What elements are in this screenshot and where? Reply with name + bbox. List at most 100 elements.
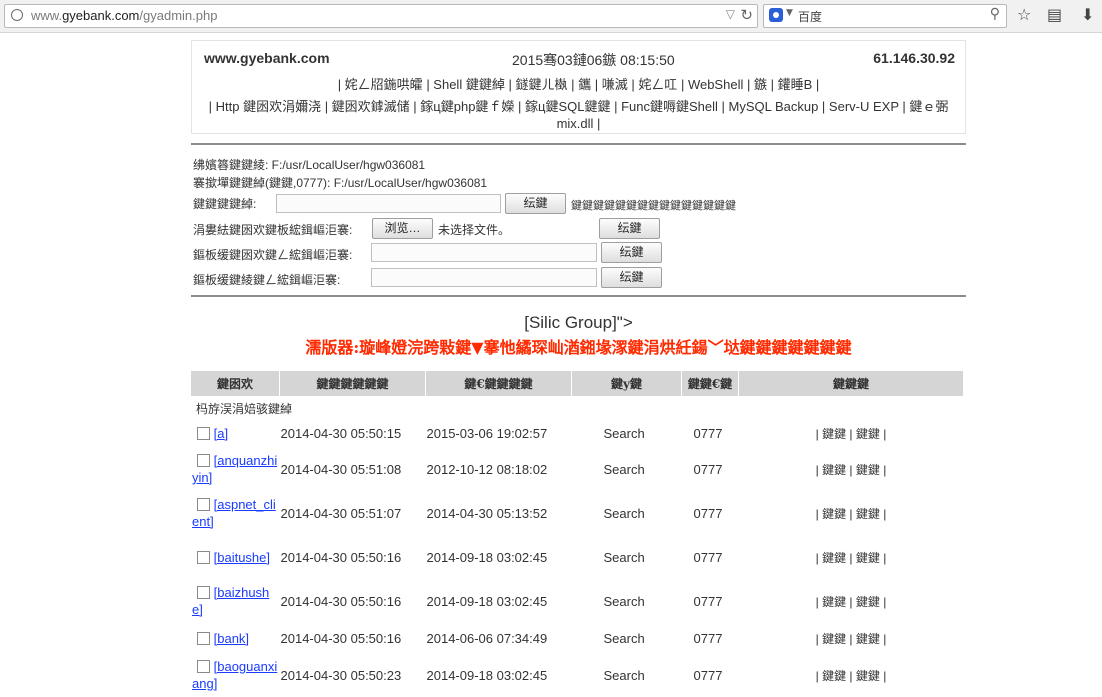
url-text[interactable]: www.gyebank.com/gyadmin.php	[31, 8, 217, 23]
nav1-item-0[interactable]: | 姹ㄥ牊鍦哄皬	[338, 77, 423, 92]
ops-cell[interactable]: | 鍵鍵 | 鍵鍵 |	[739, 623, 964, 653]
nav1-item-1[interactable]: | Shell 鍵鍵綽	[426, 77, 505, 92]
created-cell: 2014-04-30 05:50:15	[280, 426, 402, 441]
search-link[interactable]: Search	[572, 491, 682, 535]
col-created: 鍵鍵鍵鍵鍵鍵	[279, 371, 426, 396]
header-panel: www.gyebank.com 2015骞03鏈06鏃 08:15:50 61.…	[191, 40, 966, 134]
current-path: 褰撳墠鍵鍵綽(鍵鍵,0777): F:/usr/LocalUser/hgw036…	[193, 176, 488, 190]
search-box[interactable]: ▼ 百度 ⚲	[763, 4, 1007, 28]
newfile-input[interactable]	[371, 243, 597, 262]
dir-link[interactable]: [a]	[214, 426, 228, 441]
ops-cell[interactable]: | 鍵鍵 | 鍵鍵 |	[739, 653, 964, 697]
download-icon[interactable]: ⬇	[1081, 5, 1094, 24]
ops-cell[interactable]: | 鍵鍵 | 鍵鍵 |	[739, 491, 964, 535]
nav-row-2[interactable]: | Http 鍵囦欢涓嬭浇 | 鍵囦欢鎼滅储 | 鎵ц鍵php鍵ｆ嬫 | 鎵ц鍵…	[198, 98, 959, 132]
ops-cell[interactable]: | 鍵鍵 | 鍵鍵 |	[739, 447, 964, 491]
nav1-item-8[interactable]: | 鑵睡B	[771, 77, 813, 92]
dir-link[interactable]: [bank]	[214, 631, 249, 646]
baidu-paw-icon[interactable]	[769, 8, 783, 22]
upload-label: 涓婁紶鍵囦欢鍵板綋鍓嶇洰褰:	[193, 223, 353, 237]
go-button-2[interactable]: 纭鍵	[599, 218, 660, 239]
url-domain: gyebank.com	[62, 8, 140, 23]
row-checkbox[interactable]	[197, 454, 210, 467]
perm-cell[interactable]: 0777	[682, 447, 739, 491]
search-input[interactable]: 百度	[798, 8, 822, 25]
search-link[interactable]: Search	[572, 653, 682, 697]
row-checkbox[interactable]	[197, 550, 210, 564]
search-link[interactable]: Search	[572, 579, 682, 623]
ops-cell[interactable]: | 鍵鍵 | 鍵鍵 |	[739, 420, 964, 447]
go-button-1[interactable]: 纭鍵	[505, 193, 566, 214]
address-bar[interactable]: www.gyebank.com/gyadmin.php ▽ ↻	[4, 4, 758, 28]
perm-cell[interactable]: 0777	[682, 491, 739, 535]
path-input[interactable]	[276, 194, 501, 213]
row-checkbox[interactable]	[197, 586, 210, 599]
perm-cell[interactable]: 0777	[682, 420, 739, 447]
search-link[interactable]: Search	[572, 535, 682, 579]
nav1-item-5[interactable]: | 姹ㄥ叿	[631, 77, 677, 92]
file-table: 鍵囦欢 鍵鍵鍵鍵鍵鍵 鍵€鍵鍵鍵鍵 鍵y鍵 鍵鍵€鍵 鍵鍵鍵 杩斿洖涓婄骇鍵綽 …	[191, 371, 964, 697]
table-row: [anquanzhiyin] 2014-04-30 05:51:08 2012-…	[191, 447, 964, 491]
created-cell: 2014-04-30 05:50:16	[280, 630, 402, 646]
site-name: www.gyebank.com	[204, 50, 330, 66]
perm-cell[interactable]: 0777	[682, 653, 739, 697]
col-name: 鍵囦欢	[191, 371, 280, 396]
row-checkbox[interactable]	[197, 631, 210, 645]
ops-cell[interactable]: | 鍵鍵 | 鍵鍵 |	[739, 535, 964, 579]
engine-caret-icon[interactable]: ▼	[786, 8, 793, 18]
search-icon[interactable]: ⚲	[990, 6, 1000, 22]
server-date: 2015骞03鏈06鏃 08:15:50	[512, 52, 675, 68]
row3-note: 鍵鍵鍵鍵鍵鍵鍵鍵鍵鍵鍵鍵鍵鍵鍵	[571, 200, 736, 212]
reload-icon[interactable]: ↻	[740, 6, 753, 24]
group-banner: [Silic Group]"> 濡版器:璇峰嬁浣跨敤鍵▼搴忚繘琛屾湭鎺堟潈鍵涓烘…	[191, 313, 966, 358]
nav1-end: |	[815, 77, 820, 92]
perm-cell[interactable]: 0777	[682, 535, 739, 579]
modified-cell: 2014-04-30 05:13:52	[426, 505, 548, 521]
table-row: [aspnet_client] 2014-04-30 05:51:07 2014…	[191, 491, 964, 535]
row-checkbox[interactable]	[197, 660, 210, 673]
nav1-item-6[interactable]: | WebShell	[681, 77, 743, 92]
row-checkbox[interactable]	[197, 498, 210, 511]
nav1-item-3[interactable]: | 鑴	[571, 77, 591, 92]
browser-toolbar: www.gyebank.com/gyadmin.php ▽ ↻ ▼ 百度 ⚲ ☆…	[0, 0, 1102, 33]
ops-cell[interactable]: | 鍵鍵 | 鍵鍵 |	[739, 579, 964, 623]
created-cell: 2014-04-30 05:50:23	[280, 667, 402, 683]
nav1-item-2[interactable]: | 鐩鍵ㄦ槸	[508, 77, 567, 92]
url-prefix: www.	[31, 8, 63, 23]
browse-button[interactable]: 浏览…	[372, 218, 433, 239]
table-row: [bank] 2014-04-30 05:50:16 2014-06-06 07…	[191, 623, 964, 653]
created-cell: 2014-04-30 05:50:16	[280, 549, 402, 565]
modified-cell: 2015-03-06 19:02:57	[426, 426, 548, 441]
perm-cell[interactable]: 0777	[682, 623, 739, 653]
group-warning: 濡版器:璇峰嬁浣跨敤鍵▼搴忚繘琛屾湭鎺堟潈鍵涓烘紝鍚﹀垯鍵鍵鍵鍵鍵鍵鍵	[305, 338, 852, 357]
newdir-label: 鏂板缓鍵綾鍵ㄥ綋鍓嶇洰褰:	[193, 273, 341, 287]
col-modified: 鍵€鍵鍵鍵鍵	[425, 371, 572, 396]
col-perm: 鍵鍵€鍵	[681, 371, 739, 396]
bookmarks-list-icon[interactable]: ▤	[1047, 5, 1062, 24]
admin-page: www.gyebank.com 2015骞03鏈06鏃 08:15:50 61.…	[191, 40, 966, 697]
modified-cell: 2014-09-18 03:02:45	[426, 593, 548, 609]
history-dropdown-icon[interactable]: ▽	[726, 7, 735, 21]
go-button-3[interactable]: 纭鍵	[601, 242, 662, 263]
modified-cell: 2014-06-06 07:34:49	[426, 630, 548, 646]
search-link[interactable]: Search	[572, 447, 682, 491]
parent-dir-link[interactable]: 杩斿洖涓婄骇鍵綽	[191, 396, 964, 420]
divider-2	[191, 295, 966, 297]
search-link[interactable]: Search	[572, 420, 682, 447]
col-action: 鍵y鍵	[571, 371, 682, 396]
perm-cell[interactable]: 0777	[682, 579, 739, 623]
row-checkbox[interactable]	[197, 427, 210, 440]
search-link[interactable]: Search	[572, 623, 682, 653]
globe-icon	[11, 9, 23, 21]
col-ops: 鍵鍵鍵	[738, 371, 964, 396]
nav1-item-7[interactable]: | 鏃	[747, 77, 767, 92]
modified-cell: 2012-10-12 08:18:02	[426, 461, 548, 477]
table-row: [baoguanxiang] 2014-04-30 05:50:23 2014-…	[191, 653, 964, 697]
nav1-item-4[interactable]: | 嗛滅	[595, 77, 628, 92]
table-row: [baitushe] 2014-04-30 05:50:16 2014-09-1…	[191, 535, 964, 579]
row3-label: 鍵鍵鍵鍵綽:	[193, 197, 257, 211]
newdir-input[interactable]	[371, 268, 597, 287]
dir-link[interactable]: [baitushe]	[214, 550, 270, 565]
bookmark-star-icon[interactable]: ☆	[1017, 5, 1031, 24]
go-button-4[interactable]: 纭鍵	[601, 267, 662, 288]
